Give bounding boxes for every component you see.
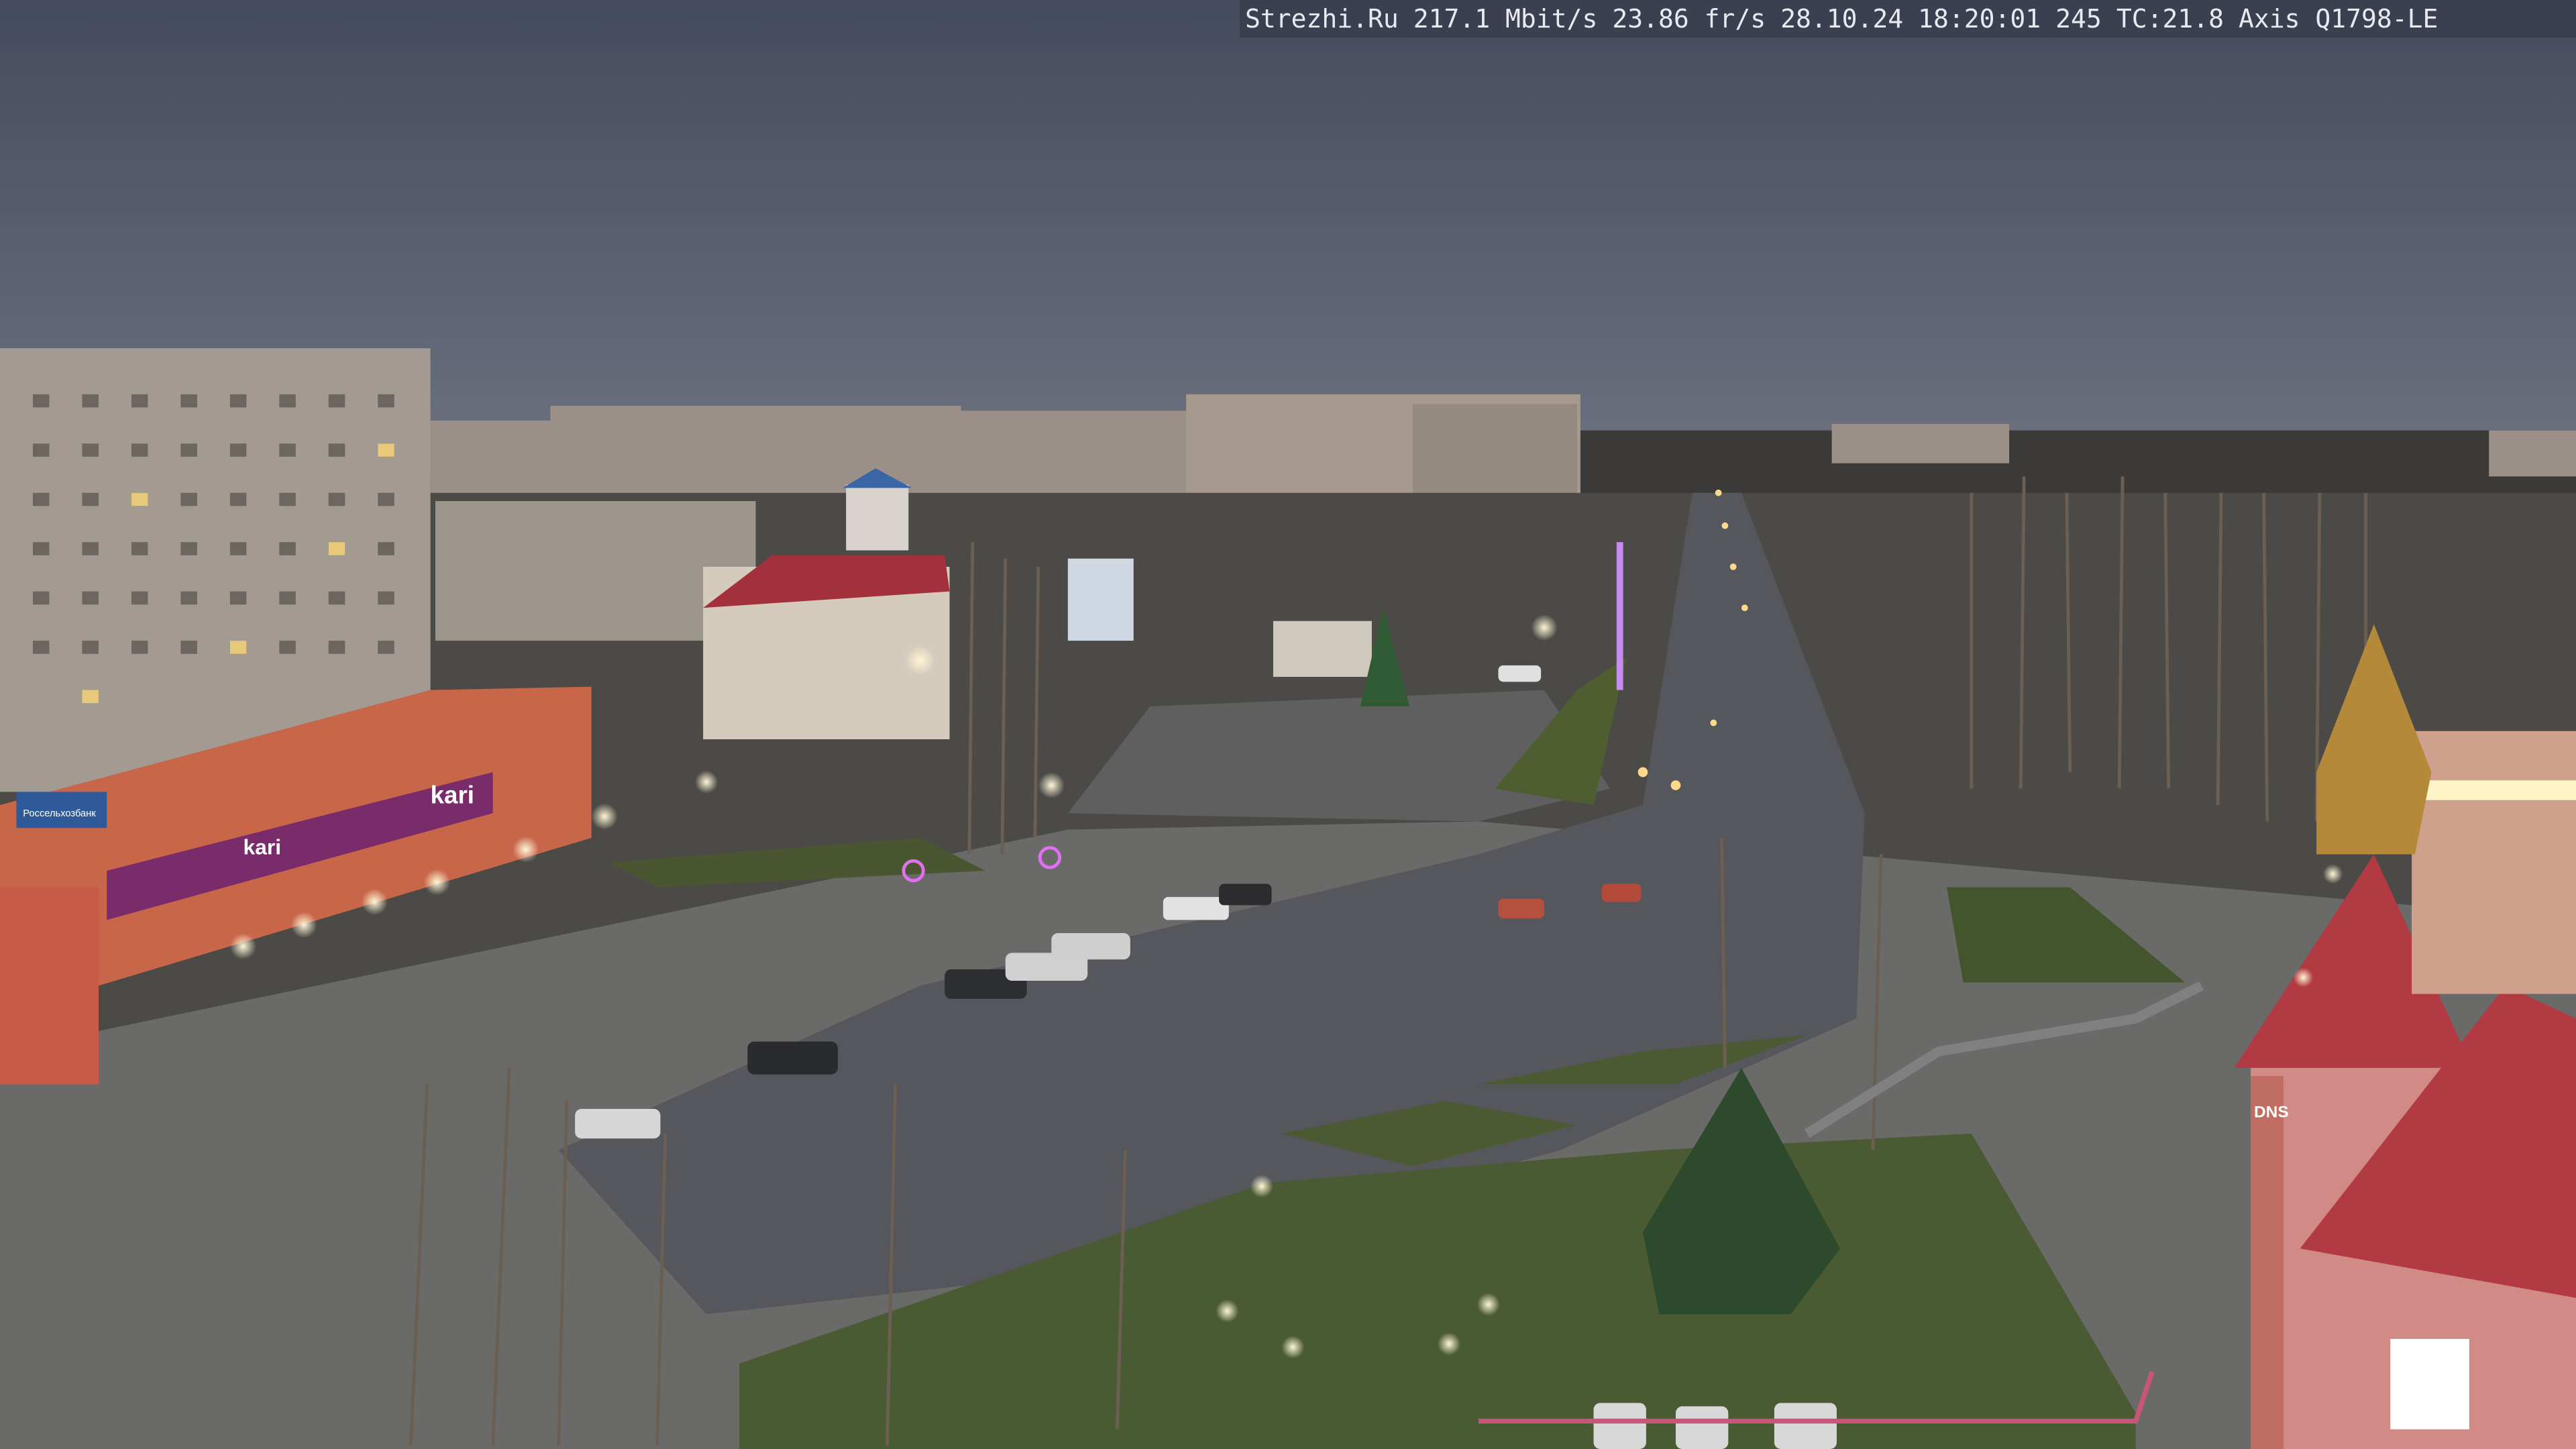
bank-sign: Россельхозбанк	[23, 808, 96, 819]
store-sign-dns: DNS	[2254, 1103, 2289, 1121]
overlay-camera: Axis Q1798-LE	[2238, 4, 2438, 34]
webcam-scene: kari kari Россельхозбанк DNS	[0, 0, 2576, 1449]
overlay-date: 28.10.24	[1780, 4, 1904, 34]
store-sign-kari: kari	[431, 782, 474, 809]
forest-horizon	[1479, 430, 2576, 496]
store-sign-kari-lower: kari	[243, 835, 281, 859]
camera-info-overlay: Strezhi.Ru 217.1 Mbit/s 23.86 fr/s 28.10.24…	[1240, 0, 2576, 38]
overlay-tc: TC:21.8	[2116, 4, 2224, 34]
overlay-site: Strezhi.Ru	[1245, 4, 1399, 34]
overlay-time: 18:20:01	[1918, 4, 2041, 34]
overlay-counter: 245	[2055, 4, 2102, 34]
overlay-framerate: 23.86 fr/s	[1612, 4, 1766, 34]
overlay-bitrate: 217.1 Mbit/s	[1413, 4, 1598, 34]
blue-tower	[846, 484, 909, 551]
